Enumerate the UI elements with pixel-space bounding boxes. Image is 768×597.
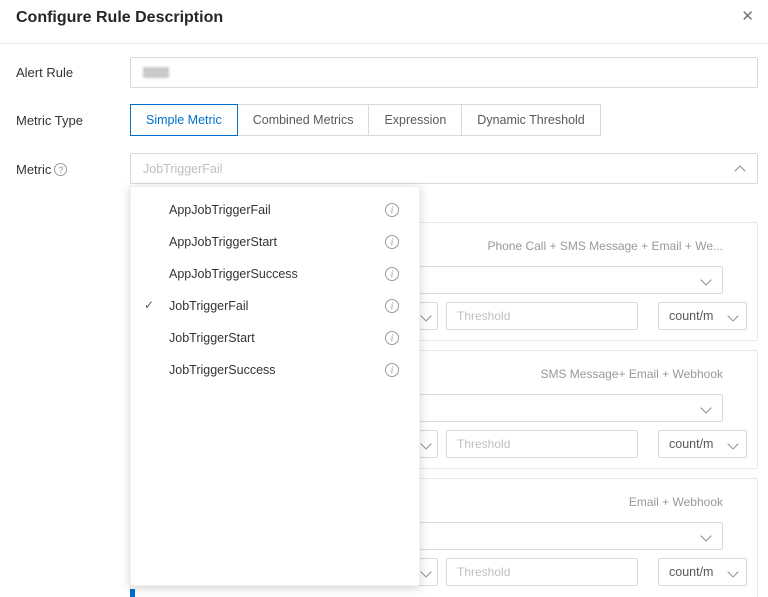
chevron-down-icon: [727, 438, 738, 449]
notification-methods-label: Phone Call + SMS Message + Email + We...: [487, 239, 723, 253]
unit-value: count/m: [669, 437, 713, 451]
close-icon[interactable]: ✕: [741, 7, 754, 27]
option-label: JobTriggerSuccess: [169, 363, 276, 377]
help-circle-icon[interactable]: ?: [54, 163, 67, 176]
metric-dropdown-panel: AppJobTriggerFail i AppJobTriggerStart i…: [130, 186, 420, 586]
notification-methods-label: SMS Message+ Email + Webhook: [540, 367, 723, 381]
chevron-down-icon: [420, 310, 431, 321]
threshold-input[interactable]: [446, 558, 638, 586]
option-label: AppJobTriggerFail: [169, 203, 271, 217]
configure-rule-dialog: Configure Rule Description ✕ Alert Rule …: [0, 0, 768, 597]
dialog-title: Configure Rule Description: [16, 9, 223, 27]
info-circle-icon[interactable]: i: [385, 299, 399, 313]
info-circle-icon[interactable]: i: [385, 331, 399, 345]
alert-rule-input[interactable]: [130, 57, 758, 88]
chevron-down-icon: [700, 530, 711, 541]
unit-select[interactable]: count/m: [658, 558, 747, 586]
chevron-down-icon: [420, 438, 431, 449]
chevron-down-icon: [420, 566, 431, 577]
info-circle-icon[interactable]: i: [385, 235, 399, 249]
info-circle-icon[interactable]: i: [385, 363, 399, 377]
info-circle-icon[interactable]: i: [385, 267, 399, 281]
alert-rule-label: Alert Rule: [16, 65, 73, 80]
redacted-value: [143, 67, 169, 78]
dropdown-option[interactable]: AppJobTriggerFail i: [131, 194, 419, 226]
notification-methods-label: Email + Webhook: [629, 495, 723, 509]
threshold-input[interactable]: [446, 302, 638, 330]
unit-select[interactable]: count/m: [658, 430, 747, 458]
blue-indicator: [130, 589, 135, 597]
unit-value: count/m: [669, 565, 713, 579]
dropdown-option[interactable]: JobTriggerStart i: [131, 322, 419, 354]
tab-simple-metric[interactable]: Simple Metric: [130, 104, 238, 136]
metric-type-tabs: Simple Metric Combined Metrics Expressio…: [130, 104, 601, 136]
header-divider: [0, 43, 768, 44]
dropdown-option-selected[interactable]: ✓ JobTriggerFail i: [131, 290, 419, 322]
unit-value: count/m: [669, 309, 713, 323]
unit-select[interactable]: count/m: [658, 302, 747, 330]
dropdown-option[interactable]: AppJobTriggerSuccess i: [131, 258, 419, 290]
tab-expression[interactable]: Expression: [368, 104, 462, 136]
option-label: JobTriggerStart: [169, 331, 255, 345]
chevron-down-icon: [700, 402, 711, 413]
tab-dynamic-threshold[interactable]: Dynamic Threshold: [461, 104, 600, 136]
threshold-input[interactable]: [446, 430, 638, 458]
check-icon: ✓: [144, 298, 154, 312]
option-label: AppJobTriggerStart: [169, 235, 277, 249]
tab-combined-metrics[interactable]: Combined Metrics: [237, 104, 370, 136]
option-label: JobTriggerFail: [169, 299, 248, 313]
metric-select[interactable]: [130, 153, 758, 184]
chevron-down-icon: [727, 566, 738, 577]
info-circle-icon[interactable]: i: [385, 203, 399, 217]
chevron-down-icon: [700, 274, 711, 285]
dropdown-option[interactable]: AppJobTriggerStart i: [131, 226, 419, 258]
chevron-down-icon: [727, 310, 738, 321]
metric-label: Metric: [16, 162, 51, 177]
metric-type-label: Metric Type: [16, 113, 83, 128]
metric-select-input[interactable]: [131, 154, 757, 183]
metric-label-row: Metric ?: [16, 162, 67, 177]
dropdown-option[interactable]: JobTriggerSuccess i: [131, 354, 419, 386]
option-label: AppJobTriggerSuccess: [169, 267, 298, 281]
